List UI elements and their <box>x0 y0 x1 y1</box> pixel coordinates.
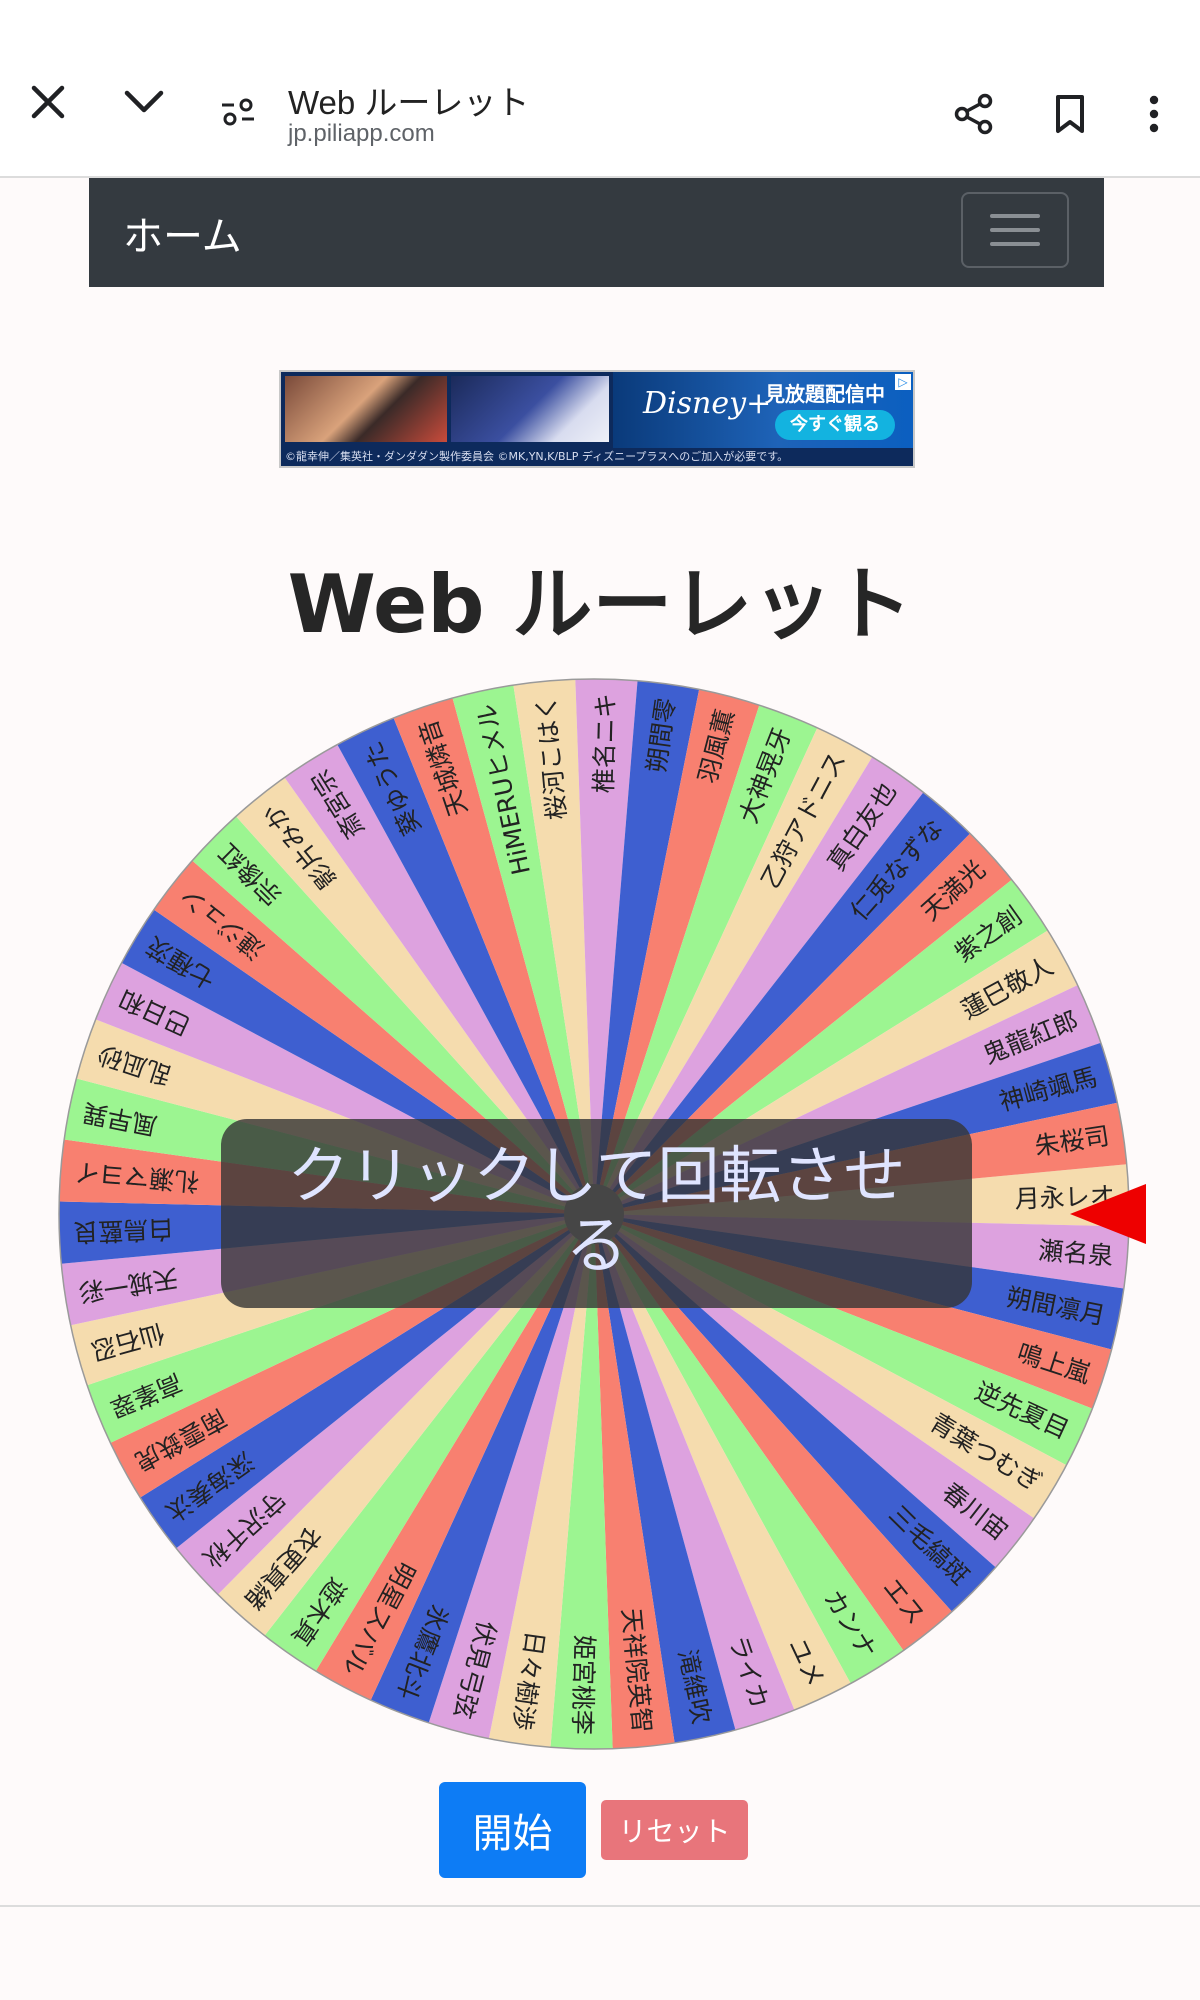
divider <box>0 1905 1200 1907</box>
wheel-segment-label: 白鳥藍良 <box>73 1214 174 1246</box>
wheel-segment-label: 瀬名泉 <box>1037 1236 1114 1271</box>
spin-overlay[interactable]: クリックして回転させる <box>221 1119 972 1308</box>
wheel-segment-label: 姫宮桃李 <box>567 1635 598 1736</box>
wheel-segment-label: 椎名ニキ <box>589 693 620 794</box>
roulette-wheel[interactable]: 月永レオ瀬名泉朔間凛月鳴上嵐逆先夏目青葉つむぎ春川宙三毛縞斑エスカンナユメライカ… <box>0 0 1200 2000</box>
reset-button[interactable]: リセット <box>601 1800 748 1860</box>
start-button[interactable]: 開始 <box>439 1782 586 1878</box>
